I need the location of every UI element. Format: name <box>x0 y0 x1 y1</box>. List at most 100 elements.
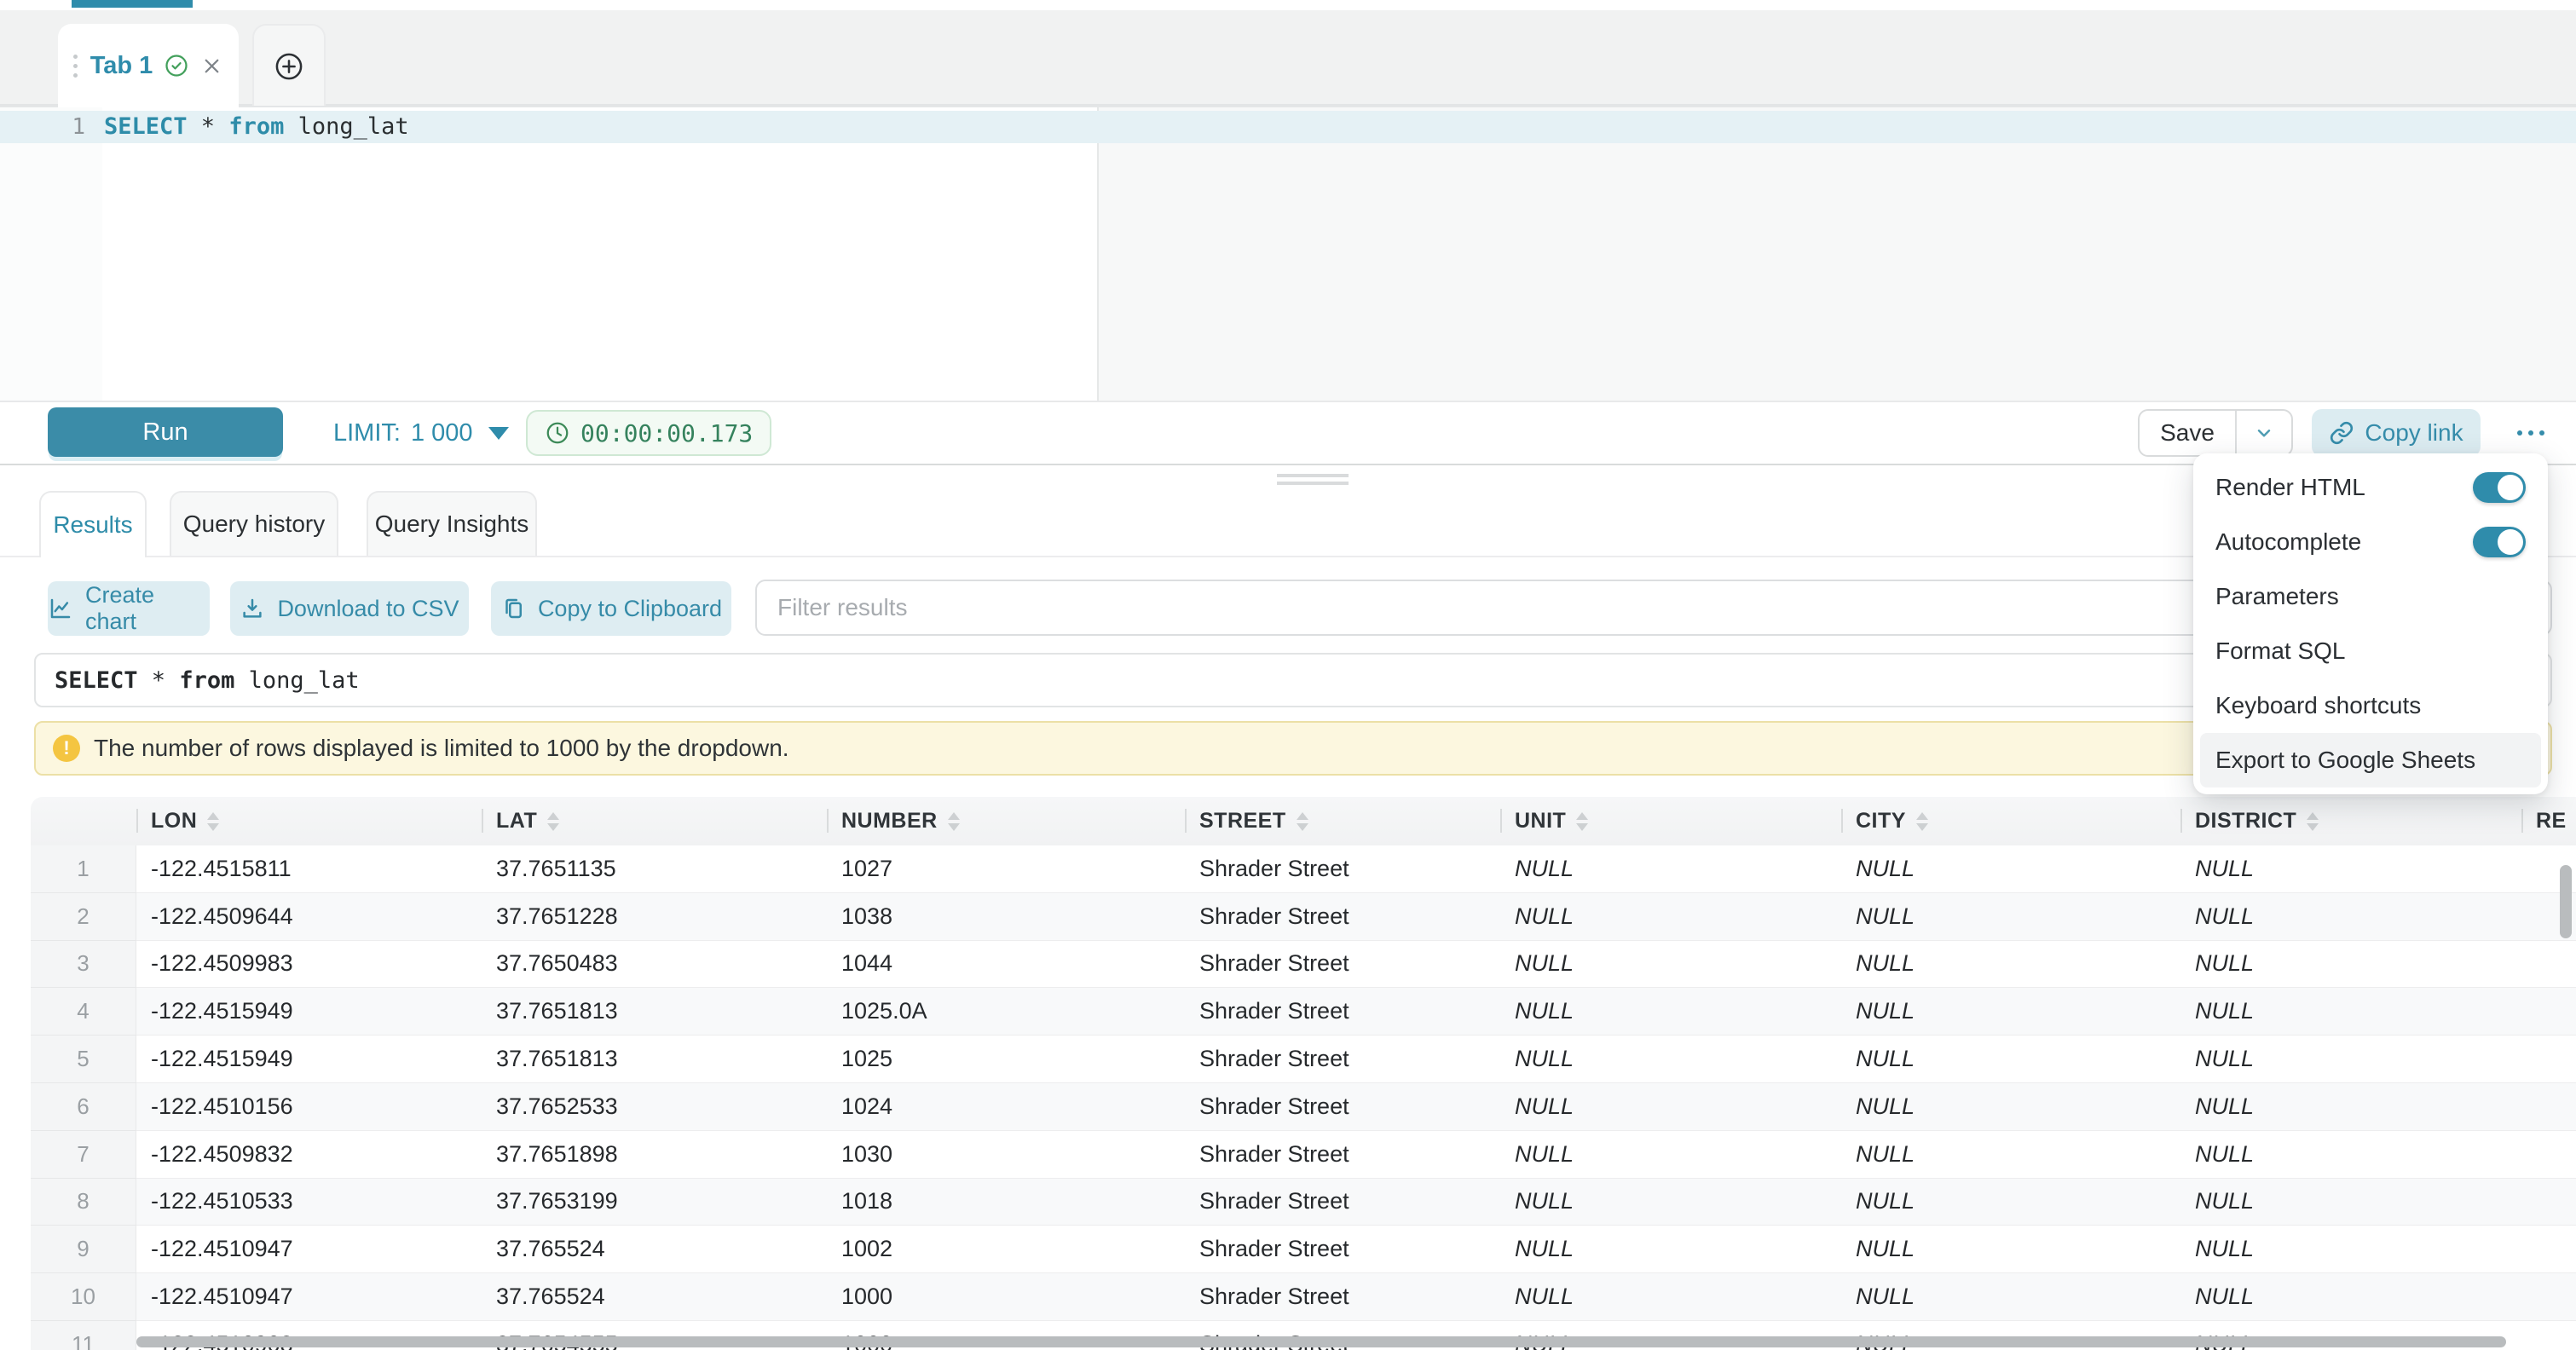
table-cell[interactable]: 37.7651135 <box>482 845 827 893</box>
table-row[interactable]: 3-122.450998337.76504831044Shrader Stree… <box>31 941 2576 989</box>
table-cell[interactable]: 1027 <box>827 845 1185 893</box>
table-cell[interactable] <box>2521 988 2576 1036</box>
column-header-number[interactable]: NUMBER <box>827 797 1185 845</box>
pane-resize-handle[interactable] <box>1277 474 1349 489</box>
tab-query-insights[interactable]: Query Insights <box>367 491 537 556</box>
table-cell[interactable]: -122.4509983 <box>136 941 482 989</box>
table-cell[interactable] <box>2521 1179 2576 1226</box>
table-row[interactable]: 5-122.451594937.76518131025Shrader Stree… <box>31 1036 2576 1083</box>
sql-editor[interactable]: 1 SELECT * from long_lat <box>0 106 2576 401</box>
run-button[interactable]: Run <box>48 407 283 457</box>
column-separator[interactable] <box>482 809 483 833</box>
table-cell[interactable]: NULL <box>1841 1226 2180 1273</box>
table-row[interactable]: 6-122.451015637.76525331024Shrader Stree… <box>31 1083 2576 1131</box>
table-cell[interactable]: NULL <box>1841 893 2180 941</box>
table-cell[interactable]: 1024 <box>827 1083 1185 1131</box>
table-cell[interactable]: NULL <box>1500 1083 1841 1131</box>
table-cell[interactable]: Shrader Street <box>1185 1083 1500 1131</box>
table-cell[interactable]: 1000 <box>827 1273 1185 1321</box>
close-tab-icon[interactable] <box>200 55 223 78</box>
column-header-street[interactable]: STREET <box>1185 797 1500 845</box>
table-cell[interactable]: 37.7653199 <box>482 1179 827 1226</box>
table-cell[interactable]: NULL <box>1841 988 2180 1036</box>
table-cell[interactable]: NULL <box>1841 845 2180 893</box>
menu-item-export-to-google-sheets[interactable]: Export to Google Sheets <box>2200 733 2541 788</box>
table-cell[interactable]: -122.4510533 <box>136 1179 482 1226</box>
table-cell[interactable] <box>2521 1273 2576 1321</box>
table-cell[interactable] <box>2521 1321 2576 1350</box>
table-cell[interactable]: 1002 <box>827 1226 1185 1273</box>
table-cell[interactable] <box>2521 1083 2576 1131</box>
table-row[interactable]: 4-122.451594937.76518131025.0AShrader St… <box>31 988 2576 1036</box>
table-cell[interactable]: Shrader Street <box>1185 1226 1500 1273</box>
table-cell[interactable]: Shrader Street <box>1185 941 1500 989</box>
save-options-button[interactable] <box>2237 411 2291 455</box>
table-cell[interactable]: 1044 <box>827 941 1185 989</box>
sql-code-line[interactable]: SELECT * from long_lat <box>104 111 409 143</box>
drag-dots-icon[interactable] <box>73 55 78 78</box>
table-cell[interactable]: -122.4510947 <box>136 1226 482 1273</box>
table-cell[interactable]: Shrader Street <box>1185 893 1500 941</box>
sort-arrows-icon[interactable] <box>2307 812 2319 831</box>
toggle-switch-on[interactable] <box>2473 472 2526 503</box>
table-cell[interactable]: NULL <box>2180 1036 2521 1083</box>
table-cell[interactable]: Shrader Street <box>1185 1036 1500 1083</box>
sort-arrows-icon[interactable] <box>948 812 960 831</box>
table-cell[interactable]: Shrader Street <box>1185 1179 1500 1226</box>
column-header-unit[interactable]: UNIT <box>1500 797 1841 845</box>
table-cell[interactable]: NULL <box>2180 1226 2521 1273</box>
table-cell[interactable]: 37.7652533 <box>482 1083 827 1131</box>
table-cell[interactable]: 1030 <box>827 1131 1185 1179</box>
table-cell[interactable]: 37.7651813 <box>482 988 827 1036</box>
table-cell[interactable]: NULL <box>1841 1179 2180 1226</box>
table-cell[interactable]: 37.7651813 <box>482 1036 827 1083</box>
column-separator[interactable] <box>827 809 829 833</box>
table-cell[interactable]: NULL <box>2180 845 2521 893</box>
menu-item-format-sql[interactable]: Format SQL <box>2193 624 2548 678</box>
table-cell[interactable]: NULL <box>1500 1226 1841 1273</box>
table-cell[interactable]: NULL <box>1500 845 1841 893</box>
table-row[interactable]: 1-122.451581137.76511351027Shrader Stree… <box>31 845 2576 893</box>
table-cell[interactable]: Shrader Street <box>1185 845 1500 893</box>
table-row[interactable]: 8-122.451053337.76531991018Shrader Stree… <box>31 1179 2576 1226</box>
tab-results[interactable]: Results <box>39 491 147 557</box>
table-cell[interactable]: NULL <box>1841 1083 2180 1131</box>
table-cell[interactable]: -122.4510156 <box>136 1083 482 1131</box>
table-cell[interactable]: NULL <box>1500 941 1841 989</box>
table-cell[interactable]: NULL <box>1500 893 1841 941</box>
table-cell[interactable]: NULL <box>1841 1036 2180 1083</box>
table-cell[interactable]: -122.4509644 <box>136 893 482 941</box>
table-cell[interactable]: NULL <box>1841 1131 2180 1179</box>
column-header-city[interactable]: CITY <box>1841 797 2180 845</box>
table-cell[interactable]: 37.7650483 <box>482 941 827 989</box>
table-cell[interactable]: 1038 <box>827 893 1185 941</box>
table-cell[interactable]: NULL <box>2180 893 2521 941</box>
table-cell[interactable]: 1025 <box>827 1036 1185 1083</box>
column-separator[interactable] <box>2180 809 2182 833</box>
table-cell[interactable]: NULL <box>2180 1131 2521 1179</box>
table-cell[interactable]: -122.4515949 <box>136 1036 482 1083</box>
table-row[interactable]: 2-122.450964437.76512281038Shrader Stree… <box>31 893 2576 941</box>
copy-to-clipboard-button[interactable]: Copy to Clipboard <box>491 581 731 636</box>
table-cell[interactable]: NULL <box>1500 1131 1841 1179</box>
table-cell[interactable]: NULL <box>2180 941 2521 989</box>
toggle-switch-on[interactable] <box>2473 527 2526 557</box>
table-cell[interactable]: NULL <box>2180 1083 2521 1131</box>
more-options-button[interactable] <box>2504 409 2557 457</box>
column-header-lon[interactable]: LON <box>136 797 482 845</box>
sort-arrows-icon[interactable] <box>1297 812 1308 831</box>
table-cell[interactable]: NULL <box>2180 1273 2521 1321</box>
create-chart-button[interactable]: Create chart <box>48 581 210 636</box>
limit-dropdown[interactable]: LIMIT: 1 000 <box>333 402 509 464</box>
table-cell[interactable] <box>2521 1131 2576 1179</box>
table-cell[interactable]: NULL <box>2180 988 2521 1036</box>
table-cell[interactable] <box>2521 1226 2576 1273</box>
table-cell[interactable]: 37.7651228 <box>482 893 827 941</box>
column-header-re[interactable]: RE <box>2521 797 2576 845</box>
table-cell[interactable]: -122.4515949 <box>136 988 482 1036</box>
table-cell[interactable] <box>2521 1036 2576 1083</box>
save-button[interactable]: Save <box>2140 411 2235 455</box>
table-cell[interactable]: Shrader Street <box>1185 1273 1500 1321</box>
column-separator[interactable] <box>136 809 138 833</box>
sort-arrows-icon[interactable] <box>1576 812 1588 831</box>
